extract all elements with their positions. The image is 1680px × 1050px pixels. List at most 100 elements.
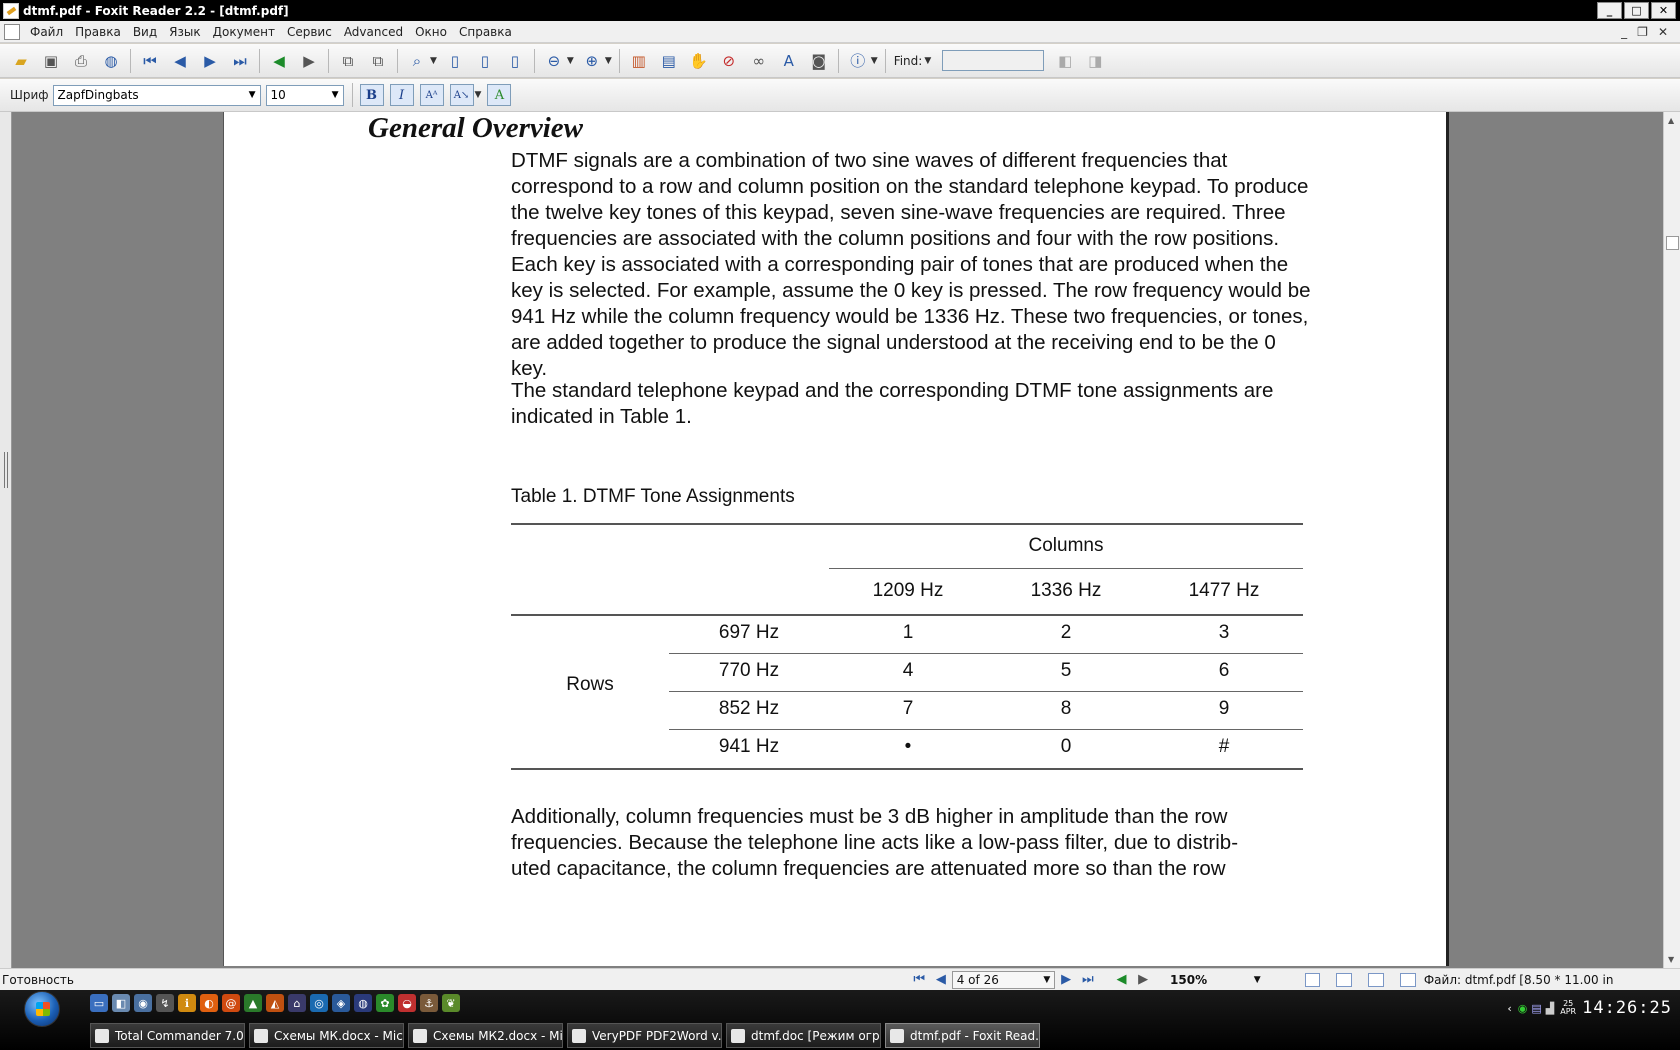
clock[interactable]: 14:26:25	[1582, 998, 1672, 1018]
quicklaunch-app-icon[interactable]: ▲	[244, 994, 262, 1012]
info-dropdown-icon[interactable]: ▼	[871, 56, 878, 66]
menu-language[interactable]: Язык	[163, 25, 206, 39]
find-previous-icon[interactable]: ◧	[1052, 48, 1078, 74]
find-next-icon[interactable]: ◨	[1082, 48, 1108, 74]
status-last-page-icon[interactable]: ⏭	[1077, 972, 1099, 987]
quicklaunch-app-icon[interactable]: ◈	[332, 994, 350, 1012]
mdi-close-icon[interactable]: ✕	[1658, 25, 1668, 39]
scroll-up-icon[interactable]: ▲	[1668, 116, 1674, 125]
menu-help[interactable]: Справка	[453, 25, 518, 39]
forward-icon[interactable]: ▶	[296, 48, 322, 74]
find-options-dropdown-icon[interactable]: ▼	[924, 56, 931, 66]
fit-page-icon[interactable]: ▯	[472, 48, 498, 74]
quicklaunch-app-icon[interactable]: ❦	[442, 994, 460, 1012]
scrollbar-thumb[interactable]	[1666, 236, 1679, 250]
task-word-doc-2[interactable]: Схемы МК2.docx - Mi...	[408, 1023, 563, 1048]
quicklaunch-app-icon[interactable]: ◒	[398, 994, 416, 1012]
language-flag-icon[interactable]: ▤	[1531, 1002, 1541, 1015]
document-viewer[interactable]: General Overview DTMF signals are a comb…	[0, 112, 1680, 968]
continuous-view-icon[interactable]	[1336, 972, 1353, 987]
close-button[interactable]: ✕	[1651, 2, 1676, 19]
find-binoculars-icon[interactable]: ∞	[746, 48, 772, 74]
quicklaunch-app-icon[interactable]: ⌂	[288, 994, 306, 1012]
find-input[interactable]	[942, 50, 1045, 71]
zoom-level-dropdown-icon[interactable]: ▼	[1254, 975, 1261, 985]
tray-expand-icon[interactable]: ‹	[1507, 1002, 1511, 1015]
panel-grip[interactable]	[4, 452, 8, 488]
menu-document[interactable]: Документ	[207, 25, 281, 39]
document-icon[interactable]	[4, 23, 20, 40]
quicklaunch-app-icon[interactable]: ↯	[156, 994, 174, 1012]
task-verypdf[interactable]: VeryPDF PDF2Word v...	[567, 1023, 722, 1048]
show-desktop-icon[interactable]: ▭	[90, 994, 108, 1012]
zoom-level-field[interactable]: 150% ▼	[1166, 971, 1265, 989]
facing-view-icon[interactable]	[1368, 972, 1385, 987]
status-back-icon[interactable]: ◀	[1111, 972, 1133, 987]
page-dropdown-icon[interactable]: ▼	[1043, 975, 1050, 985]
previous-page-icon[interactable]: ◀	[167, 48, 193, 74]
zoom-icon[interactable]: ⌕	[404, 48, 430, 74]
status-previous-page-icon[interactable]: ◀	[930, 972, 952, 987]
signal-icon[interactable]: ▟	[1546, 1002, 1554, 1015]
quicklaunch-app-icon[interactable]: ◉	[134, 994, 152, 1012]
status-forward-icon[interactable]: ▶	[1132, 972, 1154, 987]
start-button[interactable]	[24, 991, 60, 1027]
back-icon[interactable]: ◀	[266, 48, 292, 74]
scroll-down-icon[interactable]: ▼	[1668, 955, 1674, 964]
font-size-dropdown-icon[interactable]: ▼	[332, 90, 339, 100]
text-box-icon[interactable]: A	[776, 48, 802, 74]
status-next-page-icon[interactable]: ▶	[1055, 972, 1077, 987]
menu-advanced[interactable]: Advanced	[338, 25, 409, 39]
layout-icon[interactable]: ▤	[656, 48, 682, 74]
superscript-button[interactable]: Aᴬ	[419, 84, 444, 106]
vertical-scrollbar[interactable]: ▲ ▼	[1663, 112, 1680, 968]
info-icon[interactable]: ⓘ	[845, 48, 871, 74]
quicklaunch-app-icon[interactable]: ◍	[354, 994, 372, 1012]
script-dropdown-icon[interactable]: ▼	[475, 90, 482, 100]
quicklaunch-app-icon[interactable]: ◭	[266, 994, 284, 1012]
quicklaunch-app-icon[interactable]: ℹ	[178, 994, 196, 1012]
bold-button[interactable]: B	[359, 84, 384, 106]
bookmark-icon[interactable]: ▥	[626, 48, 652, 74]
quicklaunch-app-icon[interactable]: ◎	[310, 994, 328, 1012]
navigation-panel-collapsed[interactable]	[0, 112, 12, 968]
mdi-restore-icon[interactable]: ❐	[1637, 25, 1648, 39]
menu-edit[interactable]: Правка	[69, 25, 127, 39]
zoom-out-dropdown-icon[interactable]: ▼	[567, 56, 574, 66]
font-size-select[interactable]: 10 ▼	[265, 84, 344, 106]
menu-file[interactable]: Файл	[24, 25, 69, 39]
network-icon[interactable]: ◉	[1518, 1002, 1528, 1015]
email-icon[interactable]: ◍	[98, 48, 124, 74]
mdi-minimize-icon[interactable]: _	[1621, 25, 1627, 39]
quicklaunch-app-icon[interactable]: ✿	[376, 994, 394, 1012]
open-icon[interactable]: ▰	[8, 48, 34, 74]
hand-tool-icon[interactable]: ✋	[686, 48, 712, 74]
font-dropdown-icon[interactable]: ▼	[249, 90, 256, 100]
font-select[interactable]: ZapfDingbats ▼	[52, 84, 261, 106]
task-foxit-reader[interactable]: dtmf.pdf - Foxit Read...	[885, 1023, 1040, 1048]
quicklaunch-app-icon[interactable]: ⚓	[420, 994, 438, 1012]
select-text-icon[interactable]: ⊘	[716, 48, 742, 74]
maximize-button[interactable]: □	[1624, 2, 1649, 19]
text-color-button[interactable]: A	[487, 84, 512, 106]
copy-page-icon[interactable]: ⧉	[335, 48, 361, 74]
continuous-facing-view-icon[interactable]	[1400, 972, 1416, 987]
menu-view[interactable]: Вид	[127, 25, 163, 39]
single-page-view-icon[interactable]	[1304, 972, 1321, 987]
zoom-dropdown-icon[interactable]: ▼	[430, 56, 437, 66]
print-icon[interactable]: ⎙	[68, 48, 94, 74]
task-word-doc-3[interactable]: dtmf.doc [Режим огр...	[726, 1023, 881, 1048]
zoom-out-icon[interactable]: ⊖	[541, 48, 567, 74]
menu-tools[interactable]: Сервис	[281, 25, 338, 39]
task-total-commander[interactable]: Total Commander 7.0...	[90, 1023, 245, 1048]
zoom-in-dropdown-icon[interactable]: ▼	[605, 56, 612, 66]
next-page-icon[interactable]: ▶	[197, 48, 223, 74]
status-first-page-icon[interactable]: ⏮	[908, 972, 930, 987]
italic-button[interactable]: I	[389, 84, 414, 106]
first-page-icon[interactable]: ⏮	[137, 48, 163, 74]
fit-width-icon[interactable]: ▯	[502, 48, 528, 74]
menu-window[interactable]: Окно	[409, 25, 453, 39]
quicklaunch-app-icon[interactable]: ◧	[112, 994, 130, 1012]
page-number-field[interactable]: 4 of 26 ▼	[951, 970, 1056, 989]
subscript-button[interactable]: A↘	[449, 84, 474, 106]
